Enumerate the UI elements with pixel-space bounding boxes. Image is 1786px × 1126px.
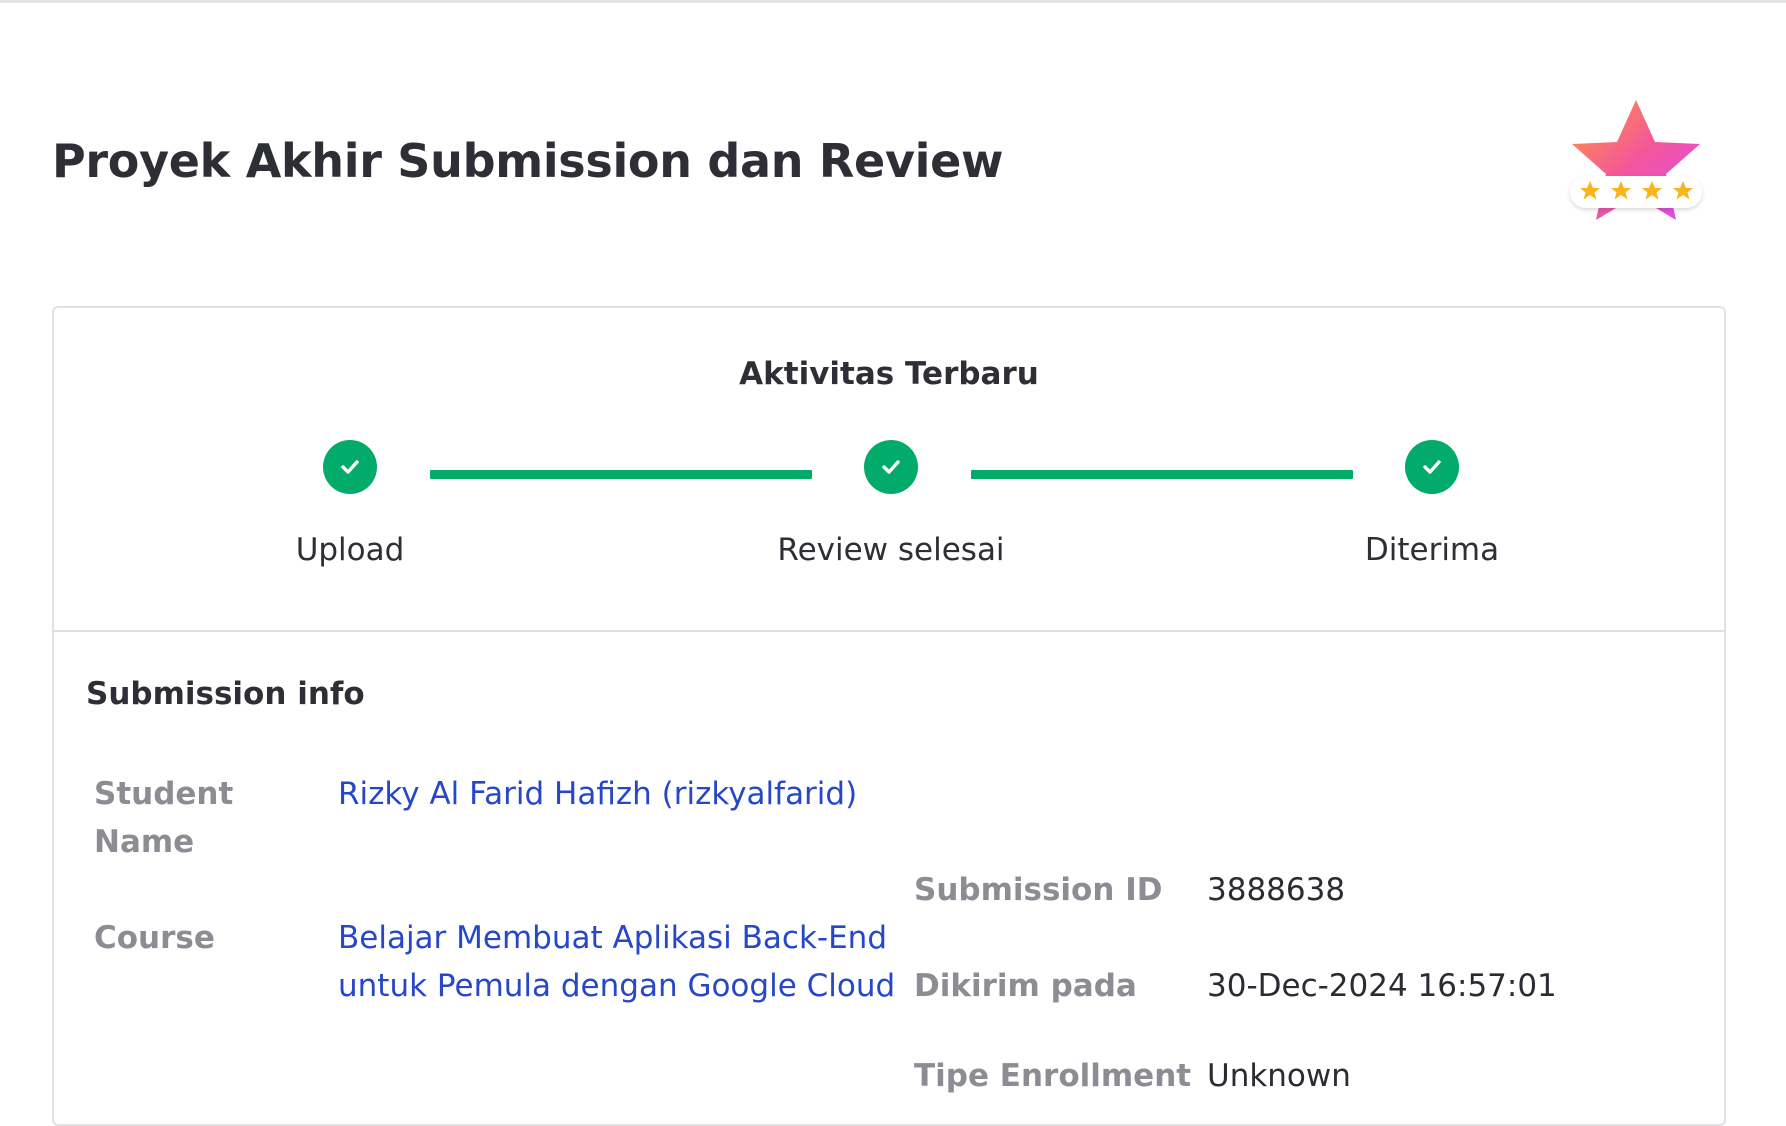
step-label-review-selesai: Review selesai [777,532,1005,568]
student-name-link[interactable]: Rizky Al Farid Hafizh (rizkyalfarid) [338,776,857,812]
enrollment-type-value: Unknown [1207,1058,1351,1094]
enrollment-type-label: Tipe Enrollment [914,1058,1192,1094]
submission-id-value: 3888638 [1207,872,1346,908]
step-review-selesai: Review selesai [741,440,1041,568]
step-diterima: Diterima [1282,440,1582,568]
step-label-upload: Upload [295,532,405,568]
step-upload: Upload [200,440,500,568]
course-label: Course [94,920,215,956]
activity-title: Aktivitas Terbaru [739,356,1039,392]
step-label-diterima: Diterima [1364,532,1500,568]
activity-section: Aktivitas Terbaru Upload Review selesai … [54,308,1724,632]
submission-info-title: Submission info [86,676,365,712]
check-icon [864,440,918,494]
submission-id-label: Submission ID [914,872,1163,908]
submitted-at-value: 30-Dec-2024 16:57:01 [1207,968,1557,1004]
submission-card: Aktivitas Terbaru Upload Review selesai … [52,306,1726,1126]
rating-star-badge-icon [1556,96,1716,236]
page-title: Proyek Akhir Submission dan Review [52,134,1004,188]
check-icon [1405,440,1459,494]
course-link[interactable]: Belajar Membuat Aplikasi Back-End untuk … [338,920,895,1004]
top-divider [0,0,1786,3]
student-name-label: Student Name [94,776,234,860]
submitted-at-label: Dikirim pada [914,968,1137,1004]
check-icon [323,440,377,494]
student-name-value[interactable]: Rizky Al Farid Hafizh (rizkyalfarid) [338,770,898,818]
course-value[interactable]: Belajar Membuat Aplikasi Back-End untuk … [338,914,898,1010]
